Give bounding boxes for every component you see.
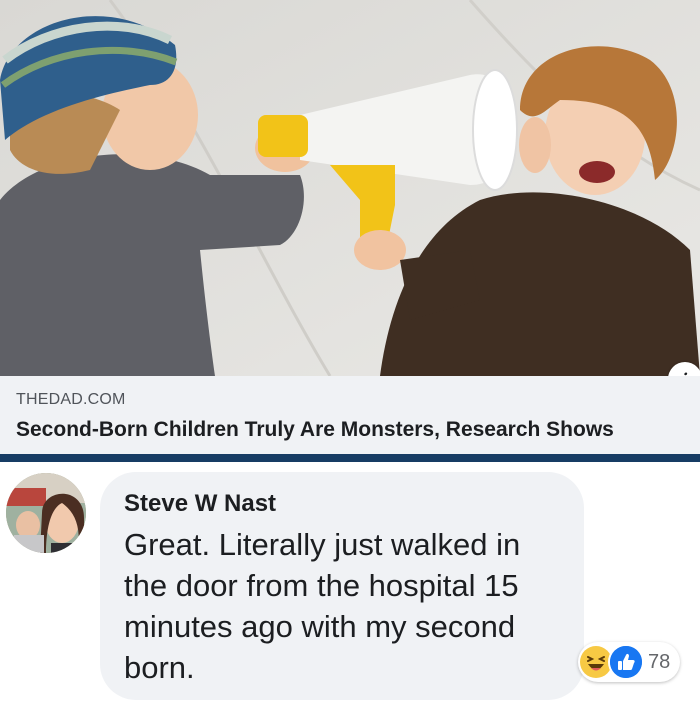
- comment-text: Great. Literally just walked in the door…: [124, 527, 521, 685]
- children-megaphone-photo: [0, 0, 700, 376]
- comment-bubble: Steve W Nast Great. Literally just walke…: [100, 472, 584, 700]
- reaction-summary[interactable]: 78: [578, 642, 680, 682]
- avatar-photo: [6, 473, 86, 553]
- reaction-count: 78: [648, 651, 671, 673]
- link-domain: THEDAD.COM: [16, 391, 126, 408]
- comment: Steve W Nast Great. Literally just walke…: [0, 462, 700, 704]
- link-headline[interactable]: Second-Born Children Truly Are Monsters,…: [16, 418, 614, 442]
- comment-author[interactable]: Steve W Nast: [124, 490, 276, 518]
- link-meta[interactable]: THEDAD.COM Second-Born Children Truly Ar…: [0, 376, 700, 454]
- like-reaction-icon: [608, 644, 644, 680]
- card-divider: [0, 454, 700, 462]
- user-avatar[interactable]: [6, 473, 86, 553]
- link-preview-image[interactable]: i: [0, 0, 700, 376]
- link-preview-card[interactable]: i THEDAD.COM Second-Born Children Truly …: [0, 0, 700, 462]
